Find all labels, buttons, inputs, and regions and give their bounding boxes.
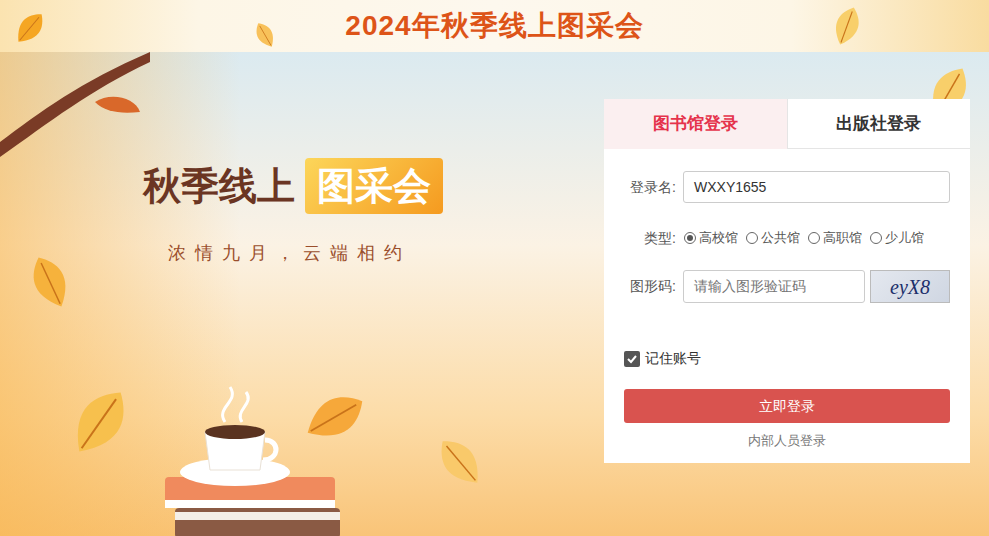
username-row: 登录名: WXXY1655	[604, 171, 950, 203]
type-label: 类型:	[604, 228, 676, 249]
radio-mark[interactable]	[684, 232, 696, 244]
radio-mark[interactable]	[808, 232, 820, 244]
radio-dot	[687, 235, 693, 241]
hero-title: 秋季线上	[143, 167, 295, 205]
login-tab[interactable]: 出版社登录	[787, 99, 971, 149]
username-label: 登录名:	[604, 177, 676, 198]
leaf-icon	[245, 15, 286, 52]
leaf-icon	[819, 0, 875, 52]
check-icon	[626, 353, 638, 365]
leaf-icon	[2, 0, 58, 52]
leaf-icon	[287, 369, 383, 465]
type-options: 高校馆公共馆高职馆少儿馆	[684, 228, 924, 248]
remember-checkbox[interactable]	[624, 351, 640, 367]
hero-badge: 图采会	[305, 158, 443, 214]
captcha-label: 图形码:	[604, 276, 676, 297]
banner: 2024年秋季线上图采会	[0, 0, 989, 52]
page: 2024年秋季线上图采会秋季线上图采会浓情九月，云端相约图书馆登录出版社登录登录…	[0, 0, 989, 536]
type-radio[interactable]: 高校馆	[684, 228, 738, 248]
login-form: 登录名: WXXY1655 类型: 高校馆公共馆高职馆少儿馆图形码: 请输入图形验证码e…	[604, 149, 970, 451]
radio-mark[interactable]	[746, 232, 758, 244]
leaf-icon	[418, 420, 503, 505]
type-radio[interactable]: 高职馆	[808, 228, 862, 248]
radio-mark[interactable]	[870, 232, 882, 244]
banner-title: 2024年秋季线上图采会	[345, 5, 643, 47]
login-button[interactable]: 立即登录	[624, 389, 950, 423]
type-radio[interactable]: 少儿馆	[870, 228, 924, 248]
captcha-input[interactable]: 请输入图形验证码	[683, 270, 865, 303]
login-tab[interactable]: 图书馆登录	[604, 99, 787, 149]
login-panel: 图书馆登录出版社登录登录名: WXXY1655 类型: 高校馆公共馆高职馆少儿馆图形码…	[604, 99, 970, 463]
type-row: 类型: 高校馆公共馆高职馆少儿馆	[604, 224, 950, 252]
staff-login-link[interactable]: 内部人员登录	[624, 431, 950, 451]
hero: 秋季线上图采会浓情九月，云端相约	[0, 52, 604, 536]
coffee-books-icon	[160, 382, 350, 536]
captcha-image[interactable]: eyX8	[870, 270, 950, 303]
type-radio[interactable]: 公共馆	[746, 228, 800, 248]
username-input[interactable]: WXXY1655	[683, 171, 950, 203]
main: 秋季线上图采会浓情九月，云端相约图书馆登录出版社登录登录名:WXXY1655类型…	[0, 52, 989, 536]
captcha-row: 图形码: 请输入图形验证码eyX8	[604, 270, 950, 303]
hero-subtitle: 浓情九月，云端相约	[143, 240, 604, 267]
remember-row[interactable]: 记住账号	[624, 348, 950, 369]
login-tabs: 图书馆登录出版社登录	[604, 99, 970, 149]
branch-icon	[0, 52, 150, 162]
hero-title-row: 秋季线上图采会	[143, 158, 604, 214]
